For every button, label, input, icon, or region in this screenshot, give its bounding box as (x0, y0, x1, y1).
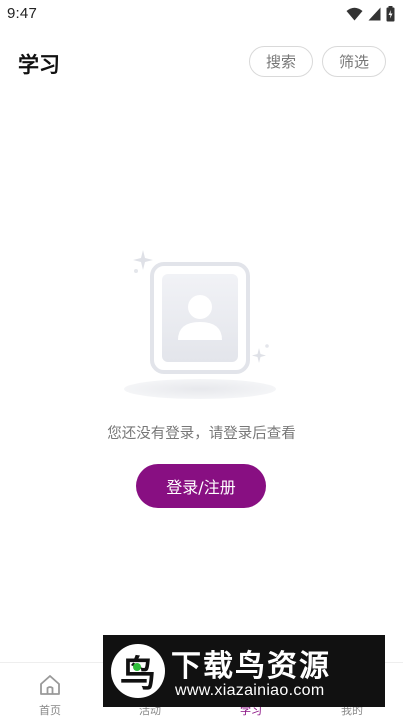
battery-icon (386, 6, 395, 22)
watermark-logo-glyph: 鸟 (119, 654, 156, 695)
signal-icon (368, 7, 381, 21)
filter-button[interactable]: 筛选 (322, 46, 386, 77)
status-bar: 9:47 (0, 0, 403, 28)
user-card-illustration (120, 245, 284, 405)
status-time: 9:47 (7, 5, 37, 22)
page-title: 学习 (18, 53, 60, 77)
watermark-dot (133, 663, 141, 671)
login-register-button[interactable]: 登录/注册 (136, 464, 266, 508)
search-button[interactable]: 搜索 (249, 46, 313, 77)
watermark-url: www.xiazainiao.com (175, 682, 325, 699)
tab-home-label: 首页 (39, 704, 61, 716)
home-icon (40, 675, 60, 695)
header: 学习 搜索 筛选 (0, 40, 403, 84)
watermark-logo: 鸟 (111, 644, 165, 698)
tab-home[interactable]: 首页 (0, 663, 100, 716)
watermark-banner: 鸟 下载鸟资源 www.xiazainiao.com (103, 635, 385, 707)
study-screen: 9:47 学习 搜索 筛选 您还没有登录，请登录后查看 登录/注册 首页 活动 … (0, 0, 403, 716)
watermark-title: 下载鸟资源 (171, 649, 331, 684)
login-prompt-text: 您还没有登录，请登录后查看 (107, 426, 296, 442)
wifi-icon (346, 7, 363, 21)
status-icons (346, 6, 395, 22)
